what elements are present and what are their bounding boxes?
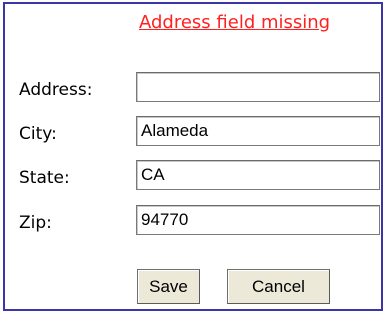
city-label: City: [19, 124, 57, 144]
state-label: State: [19, 168, 70, 188]
address-label: Address: [19, 80, 93, 100]
error-message: Address field missing [139, 12, 331, 33]
address-form: Address field missing Address: City: Sta… [3, 2, 383, 311]
save-button[interactable]: Save [137, 269, 200, 304]
zip-input[interactable] [136, 205, 380, 235]
zip-label: Zip: [19, 213, 52, 233]
city-input[interactable] [136, 116, 380, 146]
state-input[interactable] [136, 160, 380, 190]
address-input[interactable] [136, 72, 380, 102]
cancel-button[interactable]: Cancel [227, 269, 330, 304]
